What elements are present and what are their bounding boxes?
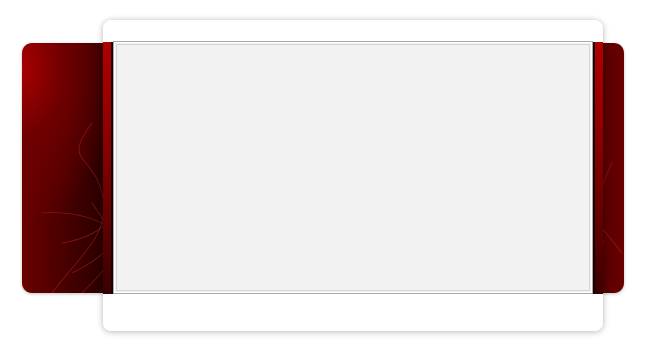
dialog-stage (0, 0, 650, 350)
content-panel (113, 41, 593, 294)
content-area (116, 44, 590, 291)
